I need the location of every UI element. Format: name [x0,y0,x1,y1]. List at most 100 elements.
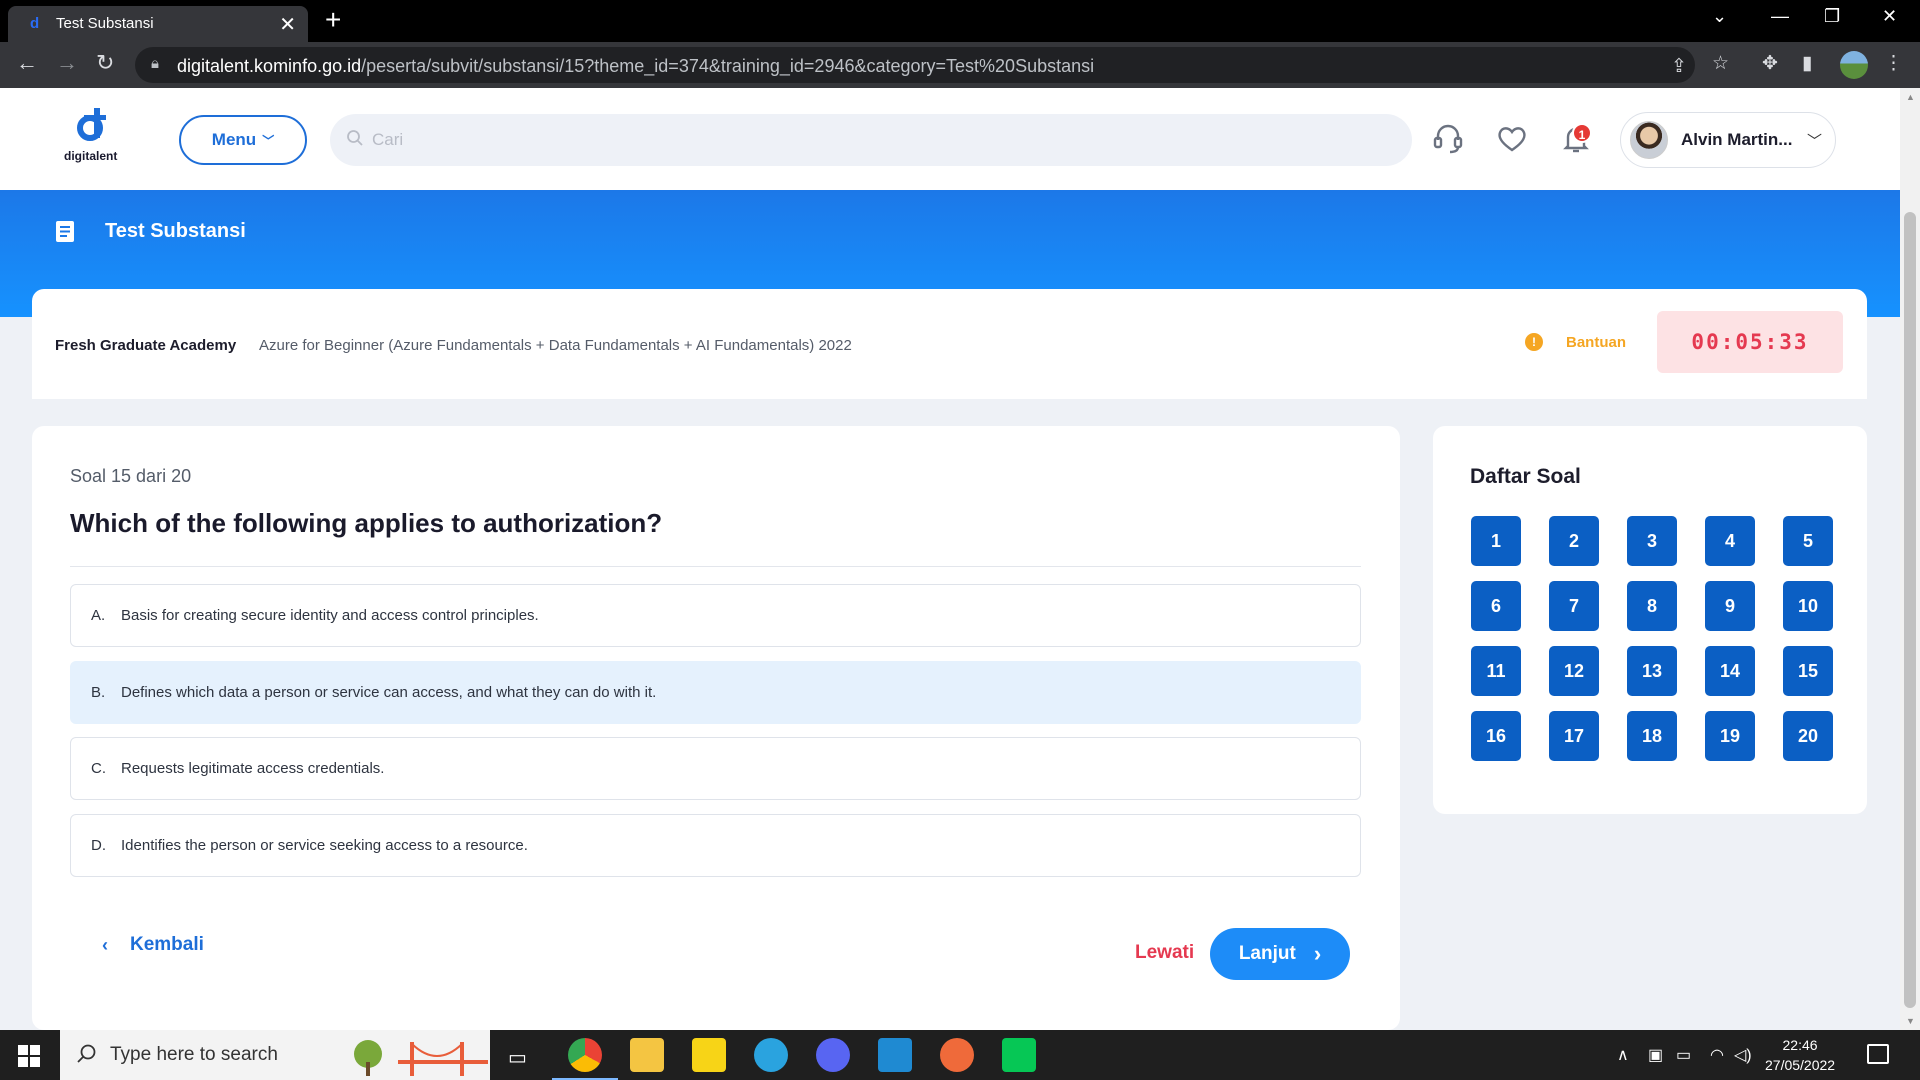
scrollbar-thumb[interactable] [1904,212,1916,1008]
question-number-button[interactable]: 14 [1705,646,1755,696]
question-number-button[interactable]: 9 [1705,581,1755,631]
warning-icon[interactable]: ! [1525,333,1543,351]
scroll-down-icon[interactable]: ▼ [1906,1016,1915,1026]
wifi-icon[interactable]: ◠ [1710,1045,1724,1065]
divider [70,566,1361,567]
question-number-button[interactable]: 18 [1627,711,1677,761]
restore-icon[interactable]: ❐ [1824,6,1840,27]
question-number-button[interactable]: 15 [1783,646,1833,696]
clock-date: 27/05/2022 [1765,1057,1836,1073]
question-number-button[interactable]: 4 [1705,516,1755,566]
telegram-icon[interactable] [754,1038,788,1072]
browser-profile-avatar[interactable] [1840,51,1868,79]
volume-icon[interactable]: ◁) [1734,1045,1752,1065]
question-number-button[interactable]: 8 [1627,581,1677,631]
taskbar-search-placeholder: Type here to search [110,1044,278,1065]
question-number-button[interactable]: 17 [1549,711,1599,761]
search-icon [77,1044,96,1063]
answer-option-d[interactable]: D. Identifies the person or service seek… [70,814,1361,877]
reload-icon[interactable]: ↻ [96,50,114,76]
next-label: Lanjut [1238,943,1296,964]
task-view-icon[interactable]: ▭ [508,1045,527,1070]
minimize-icon[interactable]: — [1771,6,1789,27]
notification-center-icon[interactable] [1867,1044,1889,1064]
question-number-button[interactable]: 12 [1549,646,1599,696]
page-scrollbar[interactable]: ▲ ▼ [1900,88,1920,1030]
question-list-panel: Daftar Soal 1 2 3 4 5 6 7 8 9 10 11 12 13 14 15 16 17 18 1… [1433,426,1867,814]
question-number-button[interactable]: 13 [1627,646,1677,696]
option-letter: A. [91,607,106,624]
file-explorer-icon[interactable] [630,1038,664,1072]
question-number-button[interactable]: 20 [1783,711,1833,761]
option-letter: D. [91,837,106,854]
answer-option-b[interactable]: B. Defines which data a person or servic… [70,661,1361,724]
clock-time: 22:46 [1782,1037,1818,1053]
windows-start-icon[interactable] [18,1045,40,1067]
question-number-button[interactable]: 11 [1471,646,1521,696]
browser-menu-icon[interactable]: ⋮ [1884,52,1903,75]
question-number-button[interactable]: 5 [1783,516,1833,566]
search-icon [347,130,363,146]
forward-arrow-icon[interactable]: → [56,50,78,76]
address-bar[interactable]: 🔒︎ digitalent.kominfo.go.id/peserta/subv… [135,47,1695,83]
chrome-taskbar-icon[interactable] [552,1038,618,1080]
option-text: Basis for creating secure identity and a… [121,607,539,624]
question-number-button[interactable]: 6 [1471,581,1521,631]
question-counter: Soal 15 dari 20 [70,466,192,486]
question-text: Which of the following applies to author… [70,508,663,538]
postman-icon[interactable] [940,1038,974,1072]
tab-search-icon[interactable]: ⌄ [1712,6,1727,27]
new-tab-icon[interactable]: + [325,4,341,36]
system-clock[interactable]: 22:46 27/05/2022 [1765,1035,1835,1075]
question-number-button[interactable]: 19 [1705,711,1755,761]
extensions-icon[interactable]: ✥ [1762,52,1778,75]
next-button[interactable]: Lanjut › [1210,928,1350,980]
question-number-button[interactable]: 10 [1783,581,1833,631]
back-arrow-icon[interactable]: ← [16,50,38,76]
url-text[interactable]: digitalent.kominfo.go.id/peserta/subvit/… [177,56,1094,77]
chevron-left-icon: ‹ [102,934,108,955]
search-bar[interactable] [330,114,1412,166]
question-number-button[interactable]: 2 [1549,516,1599,566]
chevron-up-icon[interactable]: ∧ [1617,1045,1629,1065]
scroll-up-icon[interactable]: ▲ [1906,92,1915,102]
help-link[interactable]: Bantuan [1566,334,1626,351]
battery-icon[interactable]: ▭ [1676,1045,1691,1065]
bookmark-star-icon[interactable]: ☆ [1712,52,1729,75]
digitalent-logo-icon[interactable] [76,106,110,142]
notification-badge: 1 [1572,123,1592,143]
tab-close-icon[interactable]: ✕ [279,12,296,37]
meet-now-icon[interactable]: ▣ [1648,1045,1663,1065]
question-number-button[interactable]: 1 [1471,516,1521,566]
option-text: Defines which data a person or service c… [121,684,657,701]
back-button[interactable]: ‹ Kembali [102,934,204,956]
heart-icon[interactable] [1495,122,1529,156]
chevron-right-icon: › [1313,941,1322,966]
vscode-icon[interactable] [878,1038,912,1072]
chevron-down-icon: ﹀ [262,133,275,148]
back-label: Kembali [130,934,204,955]
menu-button[interactable]: Menu ﹀ [179,115,307,165]
option-letter: B. [91,684,106,701]
window-close-icon[interactable]: ✕ [1882,6,1897,27]
discord-icon[interactable] [816,1038,850,1072]
line-app-icon[interactable] [1002,1038,1036,1072]
browser-tab-strip: d Test Substansi ✕ + ⌄ — ❐ ✕ [0,0,1920,42]
countdown-timer: 00:05:33 [1657,311,1843,373]
search-input[interactable] [372,114,1372,166]
question-number-button[interactable]: 7 [1549,581,1599,631]
browser-toolbar: ← → ↻ 🔒︎ digitalent.kominfo.go.id/pesert… [0,42,1920,88]
browser-tab[interactable]: d Test Substansi ✕ [8,6,308,42]
side-panel-icon[interactable]: ▮ [1802,52,1812,75]
share-icon[interactable]: ⇪ [1671,55,1687,78]
question-number-button[interactable]: 3 [1627,516,1677,566]
document-icon [56,221,74,242]
answer-option-c[interactable]: C. Requests legitimate access credential… [70,737,1361,800]
skip-button[interactable]: Lewati [1135,942,1194,964]
sticky-notes-icon[interactable] [692,1038,726,1072]
headset-support-icon[interactable] [1431,122,1465,156]
answer-option-a[interactable]: A. Basis for creating secure identity an… [70,584,1361,647]
page-title: Test Substansi [105,220,246,242]
question-number-button[interactable]: 16 [1471,711,1521,761]
user-menu[interactable]: Alvin Martin... ﹀ [1620,112,1836,168]
